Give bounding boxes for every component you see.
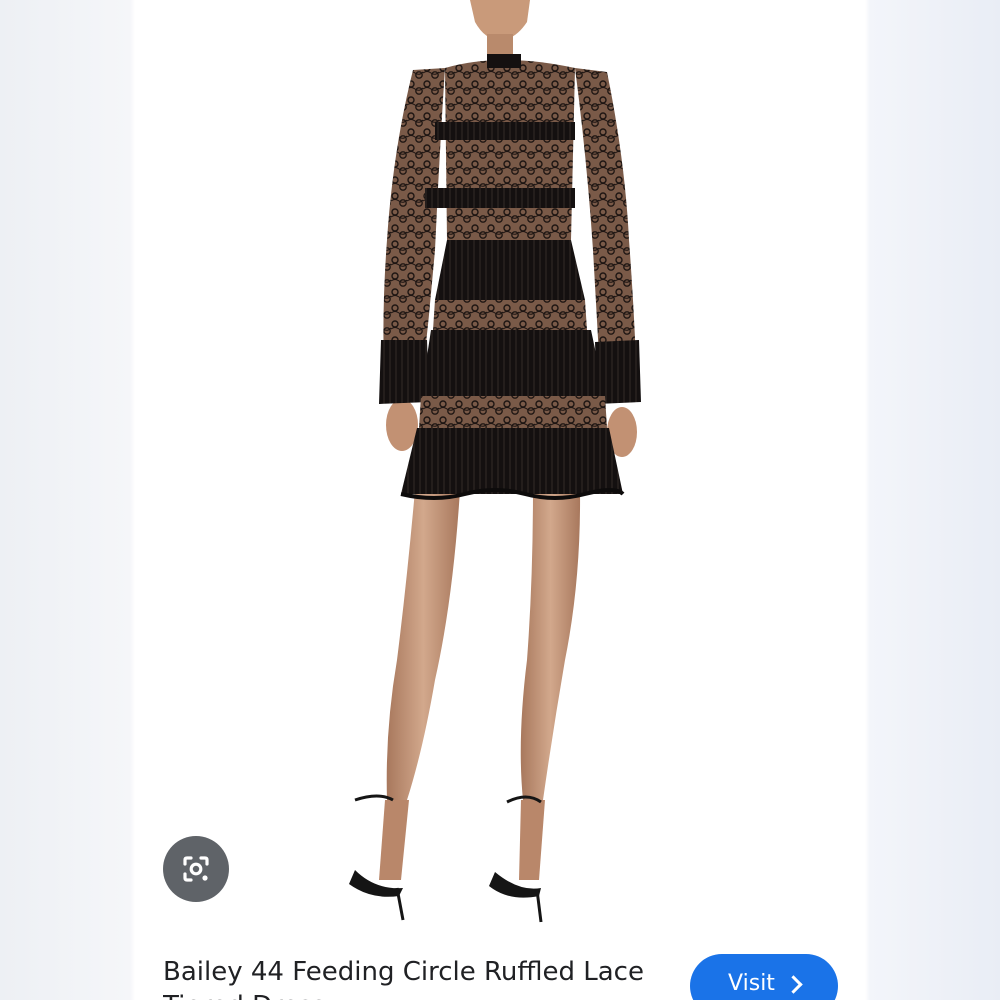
- visit-label: Visit: [728, 971, 775, 996]
- visit-button[interactable]: Visit: [690, 954, 838, 1000]
- chevron-right-icon: [784, 975, 803, 994]
- screen: Bailey 44 Feeding Circle Ruffled Lace Ti…: [0, 0, 1000, 1000]
- product-title[interactable]: Bailey 44 Feeding Circle Ruffled Lace Ti…: [163, 955, 663, 1000]
- product-image[interactable]: [135, 0, 865, 930]
- result-card[interactable]: Bailey 44 Feeding Circle Ruffled Lace Ti…: [135, 0, 865, 1000]
- google-lens-button[interactable]: [163, 836, 229, 902]
- google-lens-icon: [183, 856, 209, 882]
